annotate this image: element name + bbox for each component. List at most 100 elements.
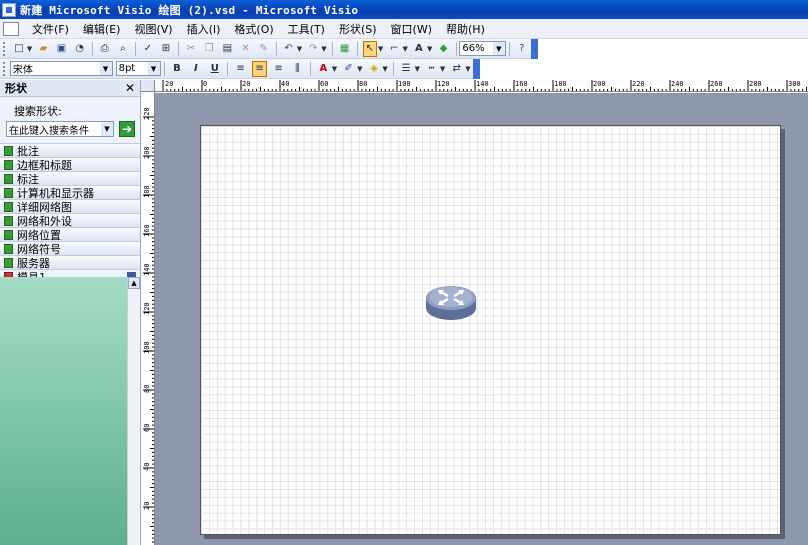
ruler-label: 160 — [143, 224, 151, 237]
ruler-label: 20 — [242, 80, 251, 88]
new-dropdown-icon[interactable]: ▼ — [27, 45, 32, 53]
connector-tool-icon[interactable]: ⌐ — [387, 41, 401, 57]
align-right-icon[interactable]: ≡ — [271, 61, 286, 77]
menu-format[interactable]: 格式(O) — [227, 21, 280, 37]
menu-file[interactable]: 文件(F) — [25, 21, 76, 37]
justify-icon[interactable]: ⫼ — [290, 61, 305, 77]
shapes-icon[interactable]: ▦ — [338, 41, 352, 57]
save-icon[interactable]: ▣ — [54, 41, 68, 57]
stencil-computers-monitors[interactable]: 计算机和显示器 — [0, 185, 140, 200]
help-icon[interactable]: ? — [515, 41, 529, 57]
close-icon[interactable]: ✕ — [125, 81, 135, 95]
scroll-up-icon[interactable]: ▲ — [128, 277, 140, 289]
font-color-dropdown-icon[interactable]: ▼ — [332, 65, 337, 73]
search-input[interactable]: 在此键入搜索条件 ▼ — [6, 121, 114, 137]
line-color-icon[interactable]: ✐ — [341, 61, 356, 77]
menu-insert[interactable]: 插入(I) — [180, 21, 228, 37]
font-size-dropdown-icon[interactable]: ▼ — [147, 62, 160, 75]
zoom-combo[interactable]: 66% ▼ — [459, 41, 506, 56]
search-dropdown-icon[interactable]: ▼ — [101, 122, 113, 136]
stencil-annotations[interactable]: 批注 — [0, 143, 140, 158]
redo-icon[interactable]: ↷ — [306, 41, 320, 57]
connector-dropdown-icon[interactable]: ▼ — [402, 45, 407, 53]
stencil-detailed-network[interactable]: 详细网络图 — [0, 199, 140, 214]
toolbar-grip[interactable] — [3, 41, 7, 56]
text-tool-icon[interactable]: A — [412, 41, 426, 57]
pointer-dropdown-icon[interactable]: ▼ — [378, 45, 383, 53]
router-icon[interactable] — [425, 284, 477, 322]
stencil-servers[interactable]: 服务器 — [0, 255, 140, 270]
line-color-dropdown-icon[interactable]: ▼ — [357, 65, 362, 73]
bold-button[interactable]: B — [170, 61, 185, 77]
document-icon[interactable] — [3, 21, 19, 36]
font-dropdown-icon[interactable]: ▼ — [99, 62, 112, 75]
zoom-dropdown-icon[interactable]: ▼ — [492, 42, 505, 55]
undo-dropdown-icon[interactable]: ▼ — [297, 45, 302, 53]
spelling-icon[interactable]: ✓ — [141, 41, 155, 57]
delete-icon[interactable]: ✕ — [238, 41, 252, 57]
stamp-tool-icon[interactable]: ◆ — [436, 41, 450, 57]
menu-edit[interactable]: 编辑(E) — [76, 21, 128, 37]
stencil-network-locations[interactable]: 网络位置 — [0, 227, 140, 242]
cut-icon[interactable]: ✂ — [184, 41, 198, 57]
toolbar-grip[interactable] — [3, 61, 7, 76]
redo-dropdown-icon[interactable]: ▼ — [321, 45, 326, 53]
font-size-combo[interactable]: 8pt ▼ — [115, 61, 161, 76]
research-icon[interactable]: ⊞ — [159, 41, 173, 57]
ruler-label: 0 — [203, 80, 208, 88]
line-pattern-dropdown-icon[interactable]: ▼ — [440, 65, 445, 73]
stencil-borders-titles[interactable]: 边框和标题 — [0, 157, 140, 172]
standard-toolbar: □ ▼ ▰ ▣ ◔ ⎙ ⌕ ✓ ⊞ ✂ ❐ ▤ ✕ ✎ ↶ ▼ ↷ ▼ ▦ ↖ ▼ ⌐ ▼… — [0, 38, 538, 59]
font-color-icon[interactable]: A — [316, 61, 331, 77]
toolbar-options-icon[interactable] — [530, 38, 538, 59]
menu-help[interactable]: 帮助(H) — [439, 21, 492, 37]
fill-color-icon[interactable]: ◈ — [366, 61, 381, 77]
stencil-network-symbols[interactable]: 网络符号 — [0, 241, 140, 256]
paste-icon[interactable]: ▤ — [220, 41, 234, 57]
visio-app-icon[interactable] — [2, 2, 16, 17]
open-icon[interactable]: ▰ — [36, 41, 50, 57]
stencil-icon — [4, 187, 13, 198]
menu-view[interactable]: 视图(V) — [127, 21, 179, 37]
menu-shape[interactable]: 形状(S) — [332, 21, 384, 37]
separator — [227, 61, 229, 76]
horizontal-ruler[interactable]: 20 0 20 40 60 80 100 120 140 160 180 200… — [155, 80, 808, 92]
ruler-corner[interactable] — [141, 80, 155, 92]
toolbar-options-icon[interactable] — [472, 58, 481, 79]
copy-icon[interactable]: ❐ — [202, 41, 216, 57]
stencil-icon — [4, 201, 13, 212]
line-pattern-icon[interactable]: ┅ — [424, 61, 439, 77]
search-label: 搜索形状: — [14, 105, 62, 118]
vertical-ruler[interactable]: 220 200 180 160 140 120 100 80 60 40 20 — [143, 92, 155, 545]
underline-button[interactable]: U — [207, 61, 222, 77]
search-go-button[interactable]: ➔ — [119, 121, 135, 137]
italic-button[interactable]: I — [188, 61, 203, 77]
line-ends-dropdown-icon[interactable]: ▼ — [465, 65, 470, 73]
stencil-icon — [4, 159, 13, 170]
line-ends-icon[interactable]: ⇄ — [449, 61, 464, 77]
line-weight-icon[interactable]: ☰ — [399, 61, 414, 77]
stencil-callouts[interactable]: 标注 — [0, 171, 140, 186]
format-painter-icon[interactable]: ✎ — [257, 41, 271, 57]
menu-tools[interactable]: 工具(T) — [281, 21, 332, 37]
font-combo[interactable]: 宋体 ▼ — [9, 61, 113, 76]
new-icon[interactable]: □ — [12, 41, 26, 57]
ruler-label: 100 — [143, 341, 151, 354]
menu-window[interactable]: 窗口(W) — [384, 21, 439, 37]
print-icon[interactable]: ⎙ — [98, 41, 112, 57]
align-center-icon[interactable]: ≡ — [252, 60, 268, 77]
stencil-scrollbar[interactable]: ▲ — [127, 277, 140, 545]
drawing-page[interactable] — [200, 125, 781, 535]
permission-icon[interactable]: ◔ — [73, 41, 87, 57]
undo-icon[interactable]: ↶ — [282, 41, 296, 57]
line-weight-dropdown-icon[interactable]: ▼ — [415, 65, 420, 73]
print-preview-icon[interactable]: ⌕ — [116, 41, 130, 57]
text-dropdown-icon[interactable]: ▼ — [427, 45, 432, 53]
ruler-label: 300 — [788, 80, 801, 88]
pointer-tool-icon[interactable]: ↖ — [362, 40, 377, 57]
drawing-canvas[interactable] — [155, 93, 808, 545]
fill-color-dropdown-icon[interactable]: ▼ — [382, 65, 387, 73]
zoom-value: 66% — [462, 43, 485, 54]
stencil-network-peripherals[interactable]: 网络和外设 — [0, 213, 140, 228]
align-left-icon[interactable]: ≡ — [233, 61, 248, 77]
